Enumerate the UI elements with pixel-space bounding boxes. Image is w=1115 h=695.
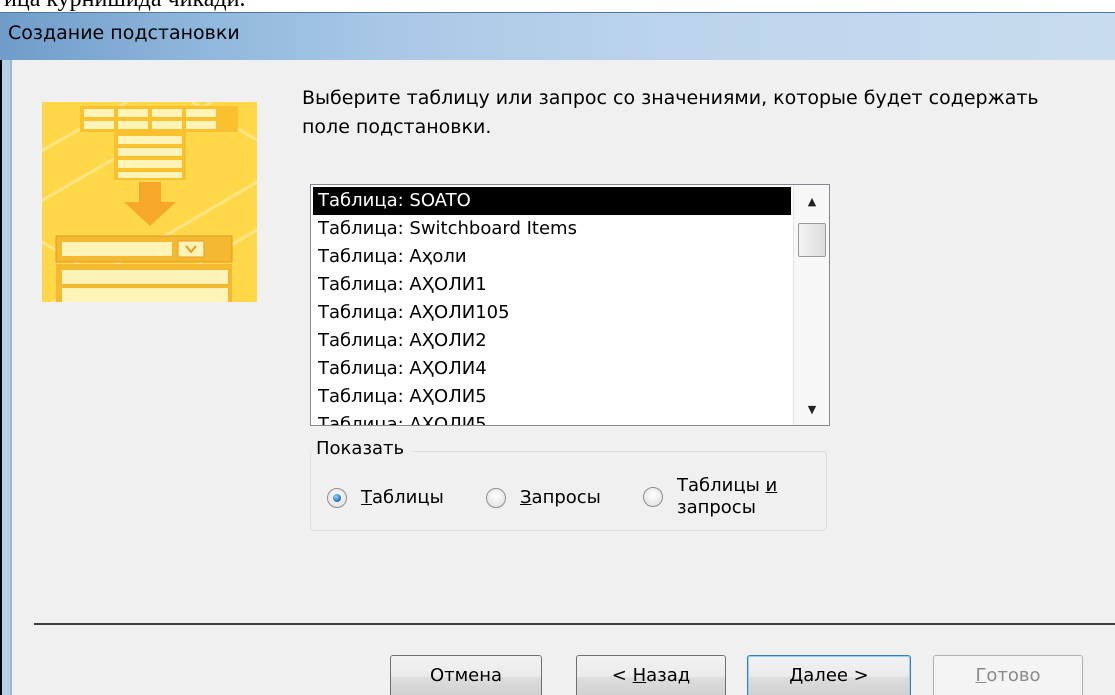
back-button[interactable]: < Назад — [576, 655, 726, 695]
dialog-title: Создание подстановки — [8, 22, 240, 44]
radio-queries-circle[interactable] — [486, 488, 506, 508]
listbox-items: Таблица: SOATO Таблица: Switchboard Items… — [313, 187, 791, 425]
next-button[interactable]: Далее > — [747, 655, 911, 695]
listbox-scrollbar[interactable]: ▲ ▼ — [793, 185, 829, 425]
list-item[interactable]: Таблица: АҲОЛИ2 — [313, 327, 791, 355]
radio-tables-and-queries[interactable]: Таблицы и запросы — [643, 475, 777, 519]
dialog-titlebar[interactable]: Создание подстановки — [0, 12, 1115, 60]
table-query-listbox[interactable]: Таблица: SOATO Таблица: Switchboard Items… — [310, 184, 830, 426]
scroll-up-arrow-icon[interactable]: ▲ — [794, 185, 829, 217]
lookup-wizard-illustration — [42, 102, 257, 302]
lookup-wizard-icon — [42, 102, 257, 302]
finish-button: Готово — [933, 655, 1083, 695]
radio-tables-label[interactable]: Таблицы — [361, 487, 444, 509]
list-item[interactable]: Таблица: Switchboard Items — [313, 215, 791, 243]
wizard-prompt-line-2: поле подстановки. — [302, 116, 492, 138]
list-item[interactable]: Таблица: Аҳоли — [313, 243, 791, 271]
radio-both-circle[interactable] — [643, 487, 663, 507]
page-top-text: ица курнишида чикади. — [0, 0, 1115, 12]
list-item[interactable]: Таблица: АҲОЛИ105 — [313, 299, 791, 327]
radio-both-label-line-2: запросы — [677, 497, 756, 518]
cancel-button[interactable]: Отмена — [390, 655, 542, 695]
show-group-legend: Показать — [312, 438, 413, 459]
scroll-thumb[interactable] — [798, 223, 826, 257]
window-left-border — [0, 60, 12, 695]
list-item[interactable]: Таблица: АҲОЛИ5 — [313, 383, 791, 411]
wizard-prompt: Выберите таблицу или запрос со значениям… — [302, 84, 1102, 142]
scroll-down-arrow-icon[interactable]: ▼ — [794, 393, 829, 425]
wizard-prompt-line-1: Выберите таблицу или запрос со значениям… — [302, 87, 1039, 109]
list-item[interactable]: Таблица: АҲОЛИ5 — [313, 411, 791, 425]
radio-tables-circle[interactable] — [327, 488, 347, 508]
radio-queries[interactable]: Запросы — [486, 487, 601, 509]
list-item[interactable]: Таблица: АҲОЛИ1 — [313, 271, 791, 299]
radio-both-label-line-1: Таблицы и — [677, 475, 778, 496]
list-item[interactable]: Таблица: SOATO — [313, 187, 791, 215]
list-item[interactable]: Таблица: АҲОЛИ4 — [313, 355, 791, 383]
radio-tables[interactable]: Таблицы — [327, 487, 444, 509]
radio-queries-label[interactable]: Запросы — [520, 487, 601, 509]
radio-both-label[interactable]: Таблицы и запросы — [677, 475, 777, 519]
button-separator — [34, 623, 1115, 625]
